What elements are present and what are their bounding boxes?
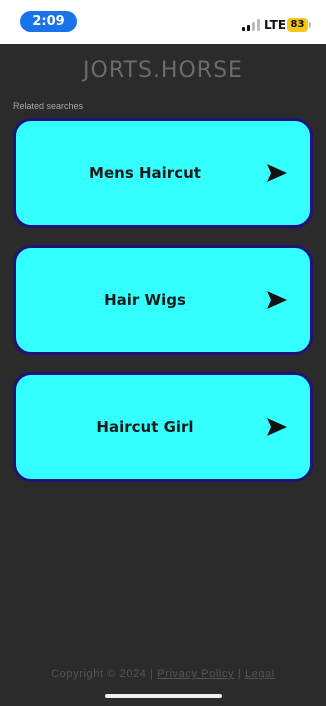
site-title[interactable]: JORTS.HORSE [0, 58, 326, 83]
related-search-label: Hair Wigs [104, 291, 186, 309]
arrow-right-icon [267, 291, 287, 309]
battery-nub [309, 22, 311, 28]
legal-link[interactable]: Legal [245, 668, 275, 680]
arrow-right-icon [267, 418, 287, 436]
privacy-policy-link[interactable]: Privacy Policy [157, 668, 234, 680]
arrow-right-icon [267, 164, 287, 182]
related-search-label: Haircut Girl [96, 418, 194, 436]
footer: Copyright © 2024 | Privacy Policy | Lega… [0, 668, 326, 680]
battery-level: 83 [290, 19, 305, 30]
related-search-card-mens-haircut[interactable]: Mens Haircut [13, 118, 313, 228]
related-search-label: Mens Haircut [89, 164, 201, 182]
related-search-card-hair-wigs[interactable]: Hair Wigs [13, 245, 313, 355]
cellular-signal-icon [242, 19, 262, 31]
footer-separator: | [237, 668, 242, 680]
network-type: LTE [264, 18, 287, 32]
status-time: 2:09 [20, 11, 77, 32]
copyright-text: Copyright © 2024 | [51, 668, 154, 680]
battery-icon: 83 [287, 18, 308, 32]
related-search-card-haircut-girl[interactable]: Haircut Girl [13, 372, 313, 482]
status-bar: 2:09 LTE 83 [0, 0, 326, 44]
home-indicator[interactable] [105, 694, 222, 698]
related-searches-label: Related searches [13, 101, 84, 111]
